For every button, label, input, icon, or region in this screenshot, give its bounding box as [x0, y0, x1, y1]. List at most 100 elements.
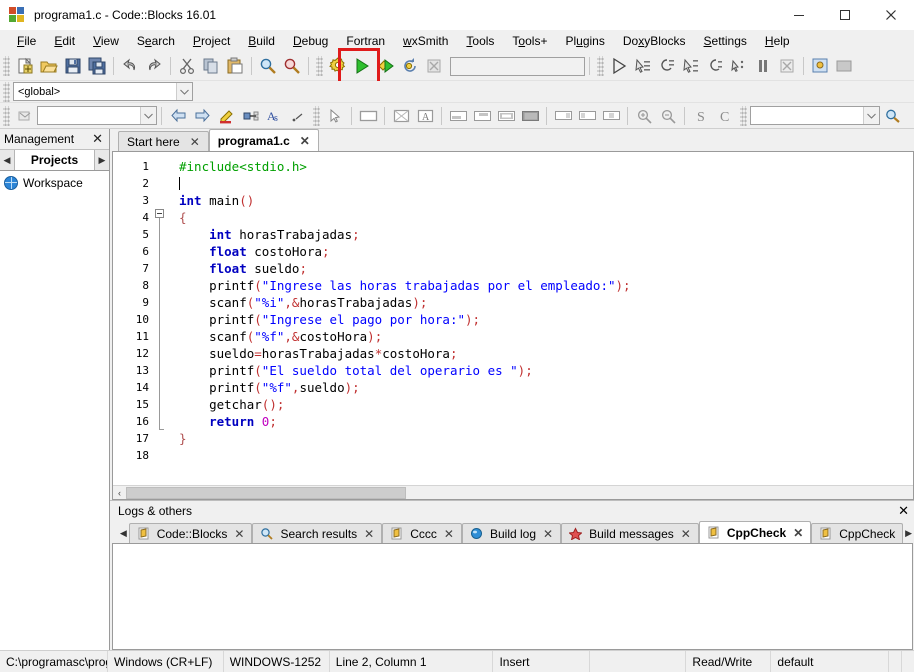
scope-toolbar-grip[interactable]: [3, 82, 10, 102]
menu-project[interactable]: Project: [184, 32, 239, 50]
box-sizer-button[interactable]: [551, 104, 575, 128]
close-icon[interactable]: ✕: [898, 503, 909, 519]
debug-continue-button[interactable]: [607, 54, 631, 78]
layout-v-button[interactable]: [470, 104, 494, 128]
close-icon[interactable]: ✕: [364, 527, 374, 541]
logs-tab-build-log[interactable]: Build log✕: [462, 523, 561, 543]
stop-debugger-button[interactable]: [775, 54, 799, 78]
various-info-button[interactable]: [832, 54, 856, 78]
layout-h-button[interactable]: [446, 104, 470, 128]
layout-grid-button[interactable]: [494, 104, 518, 128]
code-line[interactable]: scanf("%f",&costoHora);: [179, 328, 913, 345]
jump-button[interactable]: [286, 104, 310, 128]
menu-toolsplus[interactable]: Tools+: [503, 32, 556, 50]
menu-file[interactable]: File: [8, 32, 45, 50]
build-button[interactable]: [326, 54, 350, 78]
scope-combo[interactable]: <global>: [13, 82, 193, 101]
insert-dialog-button[interactable]: [389, 104, 413, 128]
cut-button[interactable]: [175, 54, 199, 78]
code-line[interactable]: sueldo=horasTrabajadas*costoHora;: [179, 345, 913, 362]
source-s-button[interactable]: S: [689, 104, 713, 128]
logs-tab-search-results[interactable]: Search results✕: [252, 523, 382, 543]
code-line[interactable]: [179, 447, 913, 464]
build-target-combo[interactable]: [450, 57, 585, 76]
select-pointer-button[interactable]: [323, 104, 347, 128]
tabs-next-button[interactable]: ▶: [95, 150, 109, 170]
menu-edit[interactable]: Edit: [45, 32, 84, 50]
code-line[interactable]: getchar();: [179, 396, 913, 413]
debugging-windows-button[interactable]: [808, 54, 832, 78]
project-tree[interactable]: Workspace: [0, 171, 109, 650]
code-line[interactable]: float sueldo;: [179, 260, 913, 277]
close-icon[interactable]: ✕: [300, 134, 310, 148]
close-button[interactable]: [868, 0, 914, 30]
menu-tools[interactable]: Tools: [457, 32, 503, 50]
source-c-button[interactable]: C: [713, 104, 737, 128]
step-out-button[interactable]: [703, 54, 727, 78]
code-line[interactable]: printf("El sueldo total del operario es …: [179, 362, 913, 379]
tab-start-here[interactable]: Start here ✕: [118, 131, 209, 151]
logs-tab-build-messages[interactable]: Build messages✕: [561, 523, 699, 543]
close-icon[interactable]: ✕: [190, 135, 200, 149]
close-icon[interactable]: ✕: [444, 527, 454, 541]
close-icon[interactable]: ✕: [92, 131, 103, 147]
static-box-button[interactable]: [575, 104, 599, 128]
logs-content[interactable]: [112, 543, 913, 650]
abbreviations-button[interactable]: As: [262, 104, 286, 128]
rebuild-button[interactable]: [398, 54, 422, 78]
close-icon[interactable]: ✕: [234, 527, 244, 541]
code-line[interactable]: printf("Ingrese las horas trabajadas por…: [179, 277, 913, 294]
paste-button[interactable]: [223, 54, 247, 78]
code-line[interactable]: #include<stdio.h>: [179, 158, 913, 175]
close-icon[interactable]: ✕: [543, 527, 553, 541]
logs-tab-cppcheck[interactable]: CppCheck✕: [699, 521, 811, 543]
zoom-out-button[interactable]: [656, 104, 680, 128]
logs-tabs-prev-button[interactable]: ◀: [118, 523, 129, 543]
symbols-toolbar-grip[interactable]: [740, 106, 747, 126]
code-line[interactable]: {: [179, 209, 913, 226]
chevron-down-icon[interactable]: [140, 107, 156, 124]
menu-search[interactable]: Search: [128, 32, 184, 50]
code-editor[interactable]: 123456789101112131415161718 #include<std…: [112, 151, 914, 500]
menu-plugins[interactable]: Plugins: [556, 32, 613, 50]
logs-tabs-next-button[interactable]: ▶: [903, 523, 914, 543]
wxsmith-toolbar-grip[interactable]: [313, 106, 320, 126]
find-button[interactable]: [256, 54, 280, 78]
code-line[interactable]: int main(): [179, 192, 913, 209]
save-button[interactable]: [61, 54, 85, 78]
bookmark-badge-icon[interactable]: [13, 104, 37, 128]
code-line[interactable]: return 0;: [179, 413, 913, 430]
save-all-button[interactable]: [85, 54, 109, 78]
code-line[interactable]: int horasTrabajadas;: [179, 226, 913, 243]
run-button[interactable]: [350, 54, 374, 78]
browse-forward-button[interactable]: [190, 104, 214, 128]
menu-debug[interactable]: Debug: [284, 32, 337, 50]
symbols-input[interactable]: [750, 106, 880, 125]
layout-full-button[interactable]: [518, 104, 542, 128]
build-and-run-button[interactable]: [374, 54, 398, 78]
fold-margin[interactable]: [153, 152, 169, 485]
tabs-prev-button[interactable]: ◀: [0, 150, 14, 170]
browse-back-button[interactable]: [166, 104, 190, 128]
redo-button[interactable]: [142, 54, 166, 78]
symbols-search-button[interactable]: [880, 104, 904, 128]
run-to-cursor-button[interactable]: [631, 54, 655, 78]
menu-view[interactable]: View: [84, 32, 128, 50]
code-line[interactable]: [179, 175, 913, 192]
scroll-left-button[interactable]: ‹: [113, 486, 126, 499]
editor-horizontal-scrollbar[interactable]: ‹: [113, 485, 913, 499]
new-file-button[interactable]: [13, 54, 37, 78]
secondary-toolbar-grip[interactable]: [3, 106, 10, 126]
toggle-bookmark-button[interactable]: [214, 104, 238, 128]
copy-button[interactable]: [199, 54, 223, 78]
step-into-button[interactable]: [679, 54, 703, 78]
minimize-button[interactable]: [776, 0, 822, 30]
logs-tab-cccc[interactable]: Cccc✕: [382, 523, 462, 543]
debug-toolbar-grip[interactable]: [597, 56, 604, 76]
code-line[interactable]: printf("Ingrese el pago por hora:");: [179, 311, 913, 328]
code-line[interactable]: }: [179, 430, 913, 447]
goto-next-bookmark-button[interactable]: [238, 104, 262, 128]
next-instruction-button[interactable]: [727, 54, 751, 78]
chevron-down-icon[interactable]: [176, 83, 192, 100]
tab-projects[interactable]: Projects: [14, 150, 95, 170]
